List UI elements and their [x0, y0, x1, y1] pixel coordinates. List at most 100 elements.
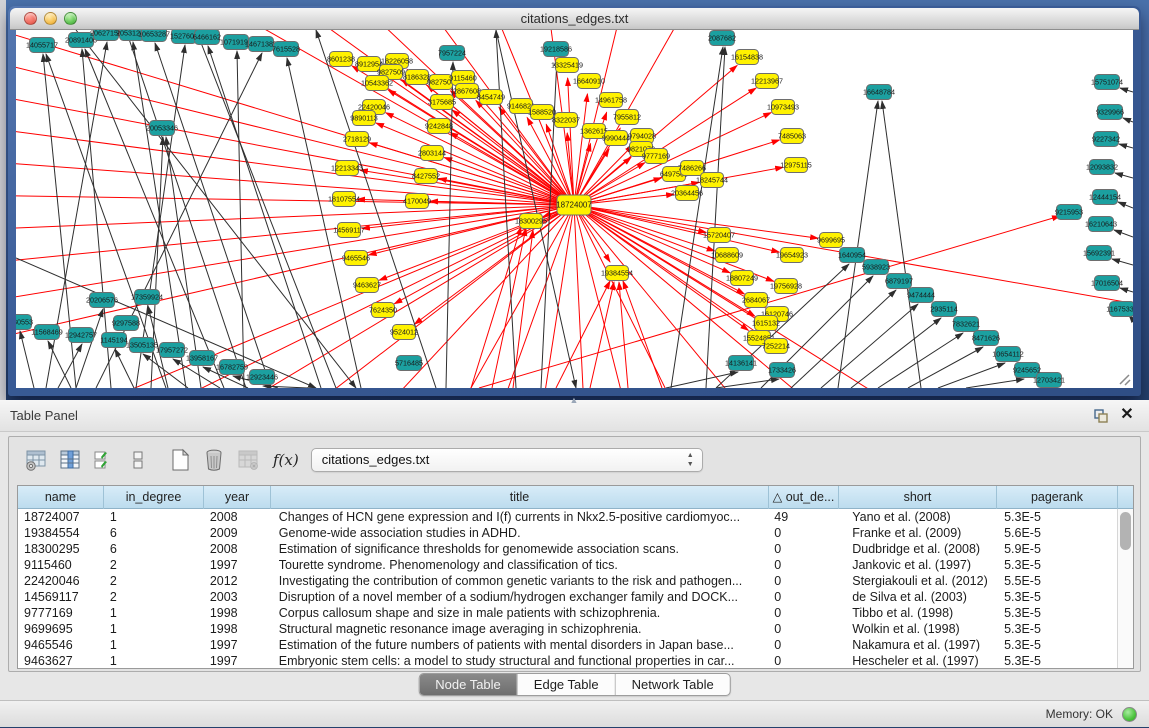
- table-row[interactable]: 1938455462009Genome-wide association stu…: [18, 525, 1117, 541]
- column-header-year[interactable]: year: [204, 486, 271, 509]
- graph-node[interactable]: 19384554: [601, 266, 633, 281]
- graph-node[interactable]: 15720407: [703, 228, 735, 243]
- column-header-pagerank[interactable]: pagerank: [997, 486, 1118, 509]
- graph-node[interactable]: 13325419: [551, 58, 583, 73]
- graph-node[interactable]: 9990444: [602, 131, 630, 146]
- column-header-short[interactable]: short: [839, 486, 997, 509]
- clear-selection-icon[interactable]: [125, 447, 151, 473]
- graph-node[interactable]: 12703421: [1033, 373, 1065, 388]
- graph-node[interactable]: 9463627: [353, 278, 381, 293]
- graph-node[interactable]: 10543362: [361, 76, 393, 91]
- graph-node[interactable]: 5716485: [395, 356, 423, 371]
- graph-node[interactable]: 13958167: [186, 351, 218, 366]
- show-columns-icon[interactable]: [57, 447, 83, 473]
- splitter-handle[interactable]: ▲: [566, 397, 582, 404]
- resize-grip[interactable]: [1120, 375, 1130, 385]
- graph-node[interactable]: 9777169: [642, 149, 670, 164]
- graph-node[interactable]: 15751074: [1091, 75, 1123, 90]
- graph-node[interactable]: 9227342: [1092, 132, 1120, 147]
- graph-node[interactable]: 18807249: [726, 271, 758, 286]
- graph-node[interactable]: 6466162: [193, 30, 221, 45]
- graph-node[interactable]: 14569117: [333, 223, 364, 238]
- graph-node[interactable]: 12923446: [246, 370, 278, 385]
- function-builder-icon[interactable]: f(x): [273, 451, 299, 469]
- graph-node[interactable]: 8471626: [972, 331, 1000, 346]
- column-header-name[interactable]: name: [18, 486, 104, 509]
- graph-node[interactable]: 18300295: [515, 214, 547, 229]
- graph-node[interactable]: 8601238: [327, 52, 355, 67]
- graph-node[interactable]: 12213343: [331, 161, 363, 176]
- graph-node[interactable]: 2087682: [708, 31, 736, 46]
- graph-node[interactable]: 7957224: [438, 46, 466, 61]
- graph-node[interactable]: 2803144: [418, 146, 446, 161]
- graph-node[interactable]: 2684067: [742, 293, 770, 308]
- graph-node[interactable]: 14055717: [26, 38, 58, 53]
- vertical-scrollbar[interactable]: [1117, 509, 1133, 668]
- graph-node[interactable]: 16154838: [731, 50, 763, 65]
- graph-node[interactable]: 18245744: [696, 173, 728, 188]
- table-row[interactable]: 1456911722003Disruption of a novel membe…: [18, 589, 1117, 605]
- table-row[interactable]: 969969511998Structural magnetic resonanc…: [18, 621, 1117, 637]
- graph-node[interactable]: 8454749: [477, 90, 505, 105]
- graph-node[interactable]: 18724007: [556, 195, 592, 215]
- graph-node[interactable]: 12975115: [780, 158, 811, 173]
- column-header-title[interactable]: title: [271, 486, 769, 509]
- graph-node[interactable]: 1615132: [752, 316, 780, 331]
- graph-node[interactable]: 3175685: [428, 95, 456, 110]
- network-view-window[interactable]: citations_edges.txt 18724007860123889129…: [8, 6, 1141, 396]
- close-panel-icon[interactable]: ✕: [1119, 406, 1135, 424]
- table-row[interactable]: 1830029562008Estimation of significance …: [18, 541, 1117, 557]
- graph-node[interactable]: 17359924: [131, 290, 163, 305]
- graph-node[interactable]: 16210643: [1085, 217, 1117, 232]
- table-row[interactable]: 2242004622012Investigating the contribut…: [18, 573, 1117, 589]
- graph-node[interactable]: 1640954: [838, 248, 866, 263]
- graph-node[interactable]: 8322037: [552, 113, 580, 128]
- tab-edge-table[interactable]: Edge Table: [518, 674, 616, 695]
- table-panel-header[interactable]: ▲ Table Panel ✕: [0, 400, 1149, 432]
- graph-node[interactable]: 1145194: [100, 333, 127, 348]
- graph-node[interactable]: 16782759: [216, 360, 248, 375]
- graph-node[interactable]: 17016504: [1091, 276, 1123, 291]
- graph-node[interactable]: 7832621: [952, 317, 980, 332]
- graph-node[interactable]: 14136141: [725, 356, 757, 371]
- graph-node[interactable]: 2718129: [343, 132, 371, 147]
- graph-node[interactable]: 20053346: [146, 121, 178, 136]
- graph-node[interactable]: 19654923: [776, 248, 808, 263]
- graph-node[interactable]: 20206576: [86, 293, 118, 308]
- graph-node[interactable]: 5938923: [862, 260, 890, 275]
- graph-node[interactable]: 9524012: [390, 325, 418, 340]
- float-panel-icon[interactable]: [1093, 408, 1109, 424]
- graph-node[interactable]: 9465546: [342, 251, 370, 266]
- graph-node[interactable]: 9890113: [350, 111, 377, 126]
- graph-node[interactable]: 9215953: [1055, 205, 1083, 220]
- graph-node[interactable]: 20364456: [671, 186, 703, 201]
- graph-node[interactable]: 7615528: [272, 42, 300, 57]
- graph-node[interactable]: 19756928: [770, 279, 802, 294]
- graph-node[interactable]: 15692391: [1083, 246, 1115, 261]
- graph-node[interactable]: 9242848: [425, 119, 453, 134]
- graph-node[interactable]: 11675334: [1106, 302, 1133, 317]
- table-row[interactable]: 977716911998Corpus callosum shape and si…: [18, 605, 1117, 621]
- graph-node[interactable]: 6879197: [885, 274, 913, 289]
- graph-node[interactable]: 1733426: [768, 363, 796, 378]
- graph-node[interactable]: 12093832: [1086, 160, 1118, 175]
- scrollbar-thumb[interactable]: [1120, 512, 1131, 550]
- delete-table-icon[interactable]: [201, 447, 227, 473]
- graph-node[interactable]: 8427552: [412, 169, 440, 184]
- graph-node[interactable]: 12444154: [1089, 190, 1121, 205]
- graph-node[interactable]: 18107554: [328, 192, 360, 207]
- graph-node[interactable]: 9474444: [907, 288, 935, 303]
- graph-node[interactable]: 7485063: [778, 129, 806, 144]
- graph-node[interactable]: 19218586: [540, 42, 572, 57]
- tab-node-table[interactable]: Node Table: [419, 674, 518, 695]
- table-row[interactable]: 911546021997Tourette syndrome. Phenomeno…: [18, 557, 1117, 573]
- new-table-icon[interactable]: [167, 447, 193, 473]
- table-row[interactable]: 1872400712008Changes of HCN gene express…: [18, 509, 1117, 525]
- graph-node[interactable]: 16640910: [573, 74, 605, 89]
- graph-node[interactable]: 13505135: [126, 338, 158, 353]
- graph-node[interactable]: 2935114: [930, 302, 957, 317]
- table-settings-icon[interactable]: [23, 447, 49, 473]
- graph-node[interactable]: 9699695: [817, 233, 845, 248]
- graph-node[interactable]: 7955812: [613, 110, 641, 125]
- graph-node[interactable]: 17957272: [156, 343, 188, 358]
